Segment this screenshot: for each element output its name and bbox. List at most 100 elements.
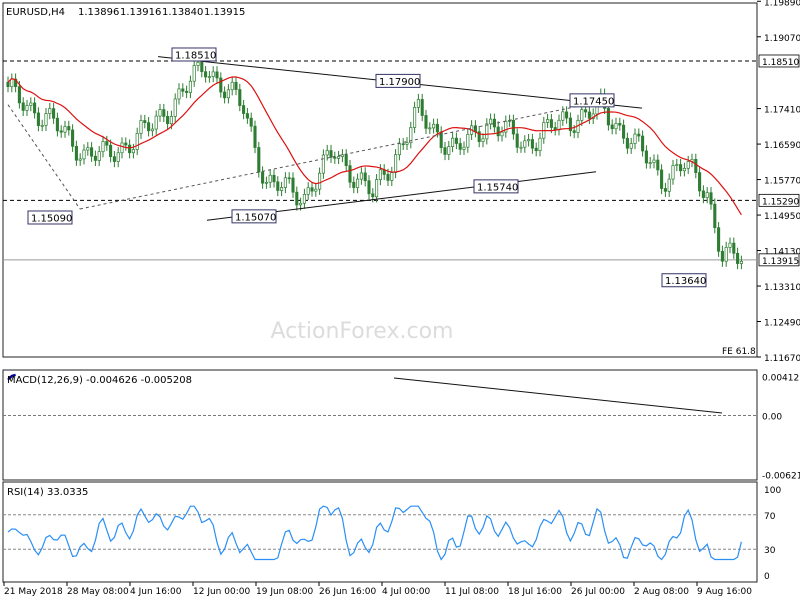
candle-body bbox=[302, 194, 306, 204]
candle-body bbox=[52, 108, 56, 119]
candle-body bbox=[280, 187, 284, 191]
candle-body bbox=[416, 99, 420, 108]
candle-body bbox=[587, 111, 591, 119]
candle-body bbox=[572, 130, 576, 133]
candle-body bbox=[230, 81, 234, 91]
candle-body bbox=[511, 119, 515, 135]
candle-body bbox=[447, 146, 451, 155]
candle-body bbox=[226, 89, 230, 99]
candle-body bbox=[204, 71, 208, 78]
candle-body bbox=[454, 137, 458, 144]
candle-body bbox=[86, 147, 90, 151]
candle-body bbox=[527, 139, 531, 142]
candle-body bbox=[333, 156, 337, 159]
price-axis-label: 1.14950 bbox=[764, 212, 800, 222]
candle-body bbox=[466, 133, 470, 148]
candle-body bbox=[105, 141, 109, 146]
candle-body bbox=[223, 91, 227, 99]
candle-body bbox=[44, 113, 48, 126]
candle-body bbox=[580, 109, 584, 121]
price-axis-label: 1.13310 bbox=[764, 283, 800, 293]
candle-body bbox=[33, 102, 37, 114]
candle-body bbox=[283, 177, 287, 188]
price-annotation-label: 1.17450 bbox=[573, 96, 614, 107]
candle-body bbox=[318, 172, 322, 190]
price-annotation-label: 1.15090 bbox=[31, 213, 72, 224]
forex-chart: ActionForex.com 1.18510 1.17900 1.17450 1.1… bbox=[0, 0, 800, 600]
candle-body bbox=[268, 174, 272, 183]
candle-body bbox=[496, 126, 500, 137]
price-annotation-label: 1.17900 bbox=[379, 77, 420, 88]
macd-axis-label: -0.006218 bbox=[762, 471, 800, 481]
candle-body bbox=[48, 108, 52, 114]
time-axis-label: 9 Aug 16:00 bbox=[697, 587, 752, 597]
price-level-tag-label: 1.18510 bbox=[762, 58, 799, 68]
candle-body bbox=[306, 187, 310, 195]
macd-axis-label: 0.00 bbox=[762, 413, 782, 423]
candle-body bbox=[717, 227, 721, 252]
candle-body bbox=[93, 155, 97, 161]
candle-body bbox=[344, 154, 348, 166]
macd-panel[interactable] bbox=[2, 369, 758, 481]
candle-body bbox=[720, 250, 724, 262]
candle-body bbox=[660, 169, 664, 189]
candle-body bbox=[55, 117, 59, 132]
price-level-tag-label: 1.13915 bbox=[762, 257, 799, 267]
candle-body bbox=[276, 181, 280, 191]
candle-body bbox=[485, 123, 489, 140]
candle-body bbox=[629, 143, 633, 149]
candle-body bbox=[253, 125, 257, 148]
price-axis-label: 1.11670 bbox=[764, 354, 800, 364]
candle-body bbox=[713, 203, 717, 229]
candle-body bbox=[443, 147, 447, 155]
candle-body bbox=[405, 142, 409, 145]
candle-body bbox=[584, 109, 588, 113]
candle-body bbox=[135, 133, 139, 150]
candle-body bbox=[549, 119, 553, 128]
candle-body bbox=[143, 120, 147, 123]
candle-body bbox=[739, 260, 743, 264]
candle-body bbox=[337, 156, 341, 159]
candle-body bbox=[728, 242, 732, 248]
candle-body bbox=[705, 192, 709, 198]
candle-body bbox=[272, 174, 276, 183]
candle-body bbox=[10, 78, 14, 87]
candle-body bbox=[462, 146, 466, 150]
candle-body bbox=[257, 147, 261, 173]
price-axis-label: 1.16590 bbox=[764, 141, 800, 151]
candle-body bbox=[78, 158, 82, 161]
candle-body bbox=[147, 122, 151, 132]
candle-body bbox=[120, 142, 124, 154]
candle-body bbox=[606, 107, 610, 126]
fe-label: FE 61.8 bbox=[722, 347, 756, 357]
price-axis-label: 1.19890 bbox=[764, 0, 800, 8]
candle-body bbox=[701, 190, 705, 198]
candle-body bbox=[59, 130, 63, 133]
macd-axis-label: 0.004125 bbox=[762, 373, 800, 383]
candle-body bbox=[116, 152, 120, 162]
candle-body bbox=[348, 165, 352, 183]
candle-body bbox=[637, 133, 641, 137]
candle-body bbox=[648, 162, 652, 164]
candle-body bbox=[21, 102, 25, 111]
candle-body bbox=[245, 113, 249, 119]
candle-body bbox=[622, 124, 626, 139]
candle-body bbox=[25, 105, 29, 111]
candle-body bbox=[166, 116, 170, 125]
candle-body bbox=[732, 242, 736, 254]
candle-body bbox=[242, 105, 246, 114]
candle-body bbox=[428, 127, 432, 130]
candle-body bbox=[698, 172, 702, 192]
candle-body bbox=[71, 129, 75, 147]
price-axis-label: 1.12490 bbox=[764, 319, 800, 329]
candle-body bbox=[618, 123, 622, 126]
candle-body bbox=[557, 119, 561, 131]
candle-body bbox=[534, 147, 538, 152]
time-axis-label: 4 Jul 00:00 bbox=[382, 587, 431, 597]
candle-body bbox=[401, 143, 405, 146]
rsi-title: RSI(14) 33.0335 bbox=[7, 487, 88, 498]
price-level-tag-label: 1.15290 bbox=[762, 197, 799, 207]
time-axis-label: 12 Jun 00:00 bbox=[193, 587, 250, 597]
candle-body bbox=[234, 81, 238, 90]
candle-body bbox=[565, 111, 569, 119]
